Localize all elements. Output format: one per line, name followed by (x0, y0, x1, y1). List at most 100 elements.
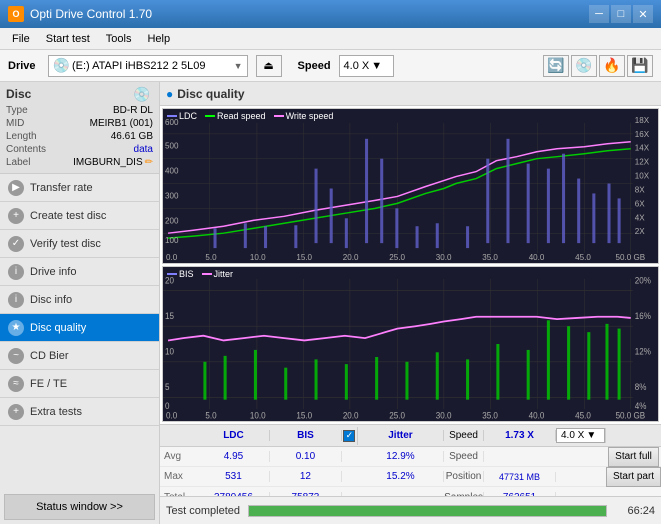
speed-dropdown-val: 4.0 X (561, 430, 584, 441)
disc-icon: 💿 (133, 86, 153, 102)
max-ldc: 531 (198, 471, 270, 482)
svg-text:15: 15 (165, 311, 174, 322)
minimize-button[interactable]: ─ (589, 5, 609, 23)
sidebar-item-disc-quality[interactable]: ★ Disc quality (0, 314, 159, 342)
status-time: 66:24 (615, 505, 655, 517)
disc-label-label: Label (6, 157, 56, 168)
svg-text:15.0: 15.0 (296, 410, 312, 421)
status-text: Test completed (166, 505, 240, 517)
sidebar-item-verify-test-disc[interactable]: ✓ Verify test disc (0, 230, 159, 258)
toolbar-icons: 🔄 💿 🔥 💾 (543, 55, 653, 77)
start-full-button[interactable]: Start full (608, 447, 659, 467)
speed-selector[interactable]: 4.0 X ▼ (339, 55, 394, 77)
write-speed-legend-dot (274, 115, 284, 117)
disc-quality-label: Disc quality (30, 322, 86, 334)
verify-test-label: Verify test disc (30, 238, 101, 250)
jitter-legend-dot (202, 273, 212, 275)
nav-items: ▶ Transfer rate + Create test disc ✓ Ver… (0, 174, 159, 490)
start-full-col: Start full (606, 447, 661, 467)
disc-quality-header-icon: ● (166, 87, 173, 101)
sidebar-item-cd-bier[interactable]: ~ CD Bier (0, 342, 159, 370)
bis-legend-item: BIS (167, 269, 194, 279)
svg-text:25.0: 25.0 (389, 253, 405, 262)
menu-start-test[interactable]: Start test (38, 31, 98, 47)
sidebar-item-transfer-rate[interactable]: ▶ Transfer rate (0, 174, 159, 202)
svg-text:5: 5 (165, 382, 170, 393)
ldc-chart-svg: 600 500 400 300 200 100 0.0 5.0 10.0 15.… (163, 109, 658, 263)
svg-text:14X: 14X (635, 144, 650, 153)
app-icon: O (8, 6, 24, 22)
edit-icon[interactable]: ✏ (145, 157, 153, 168)
close-button[interactable]: ✕ (633, 5, 653, 23)
start-part-button[interactable]: Start part (606, 467, 661, 487)
menu-help[interactable]: Help (139, 31, 178, 47)
menu-tools[interactable]: Tools (98, 31, 140, 47)
jitter-checkbox[interactable]: ✓ (343, 430, 355, 442)
disc-type-label: Type (6, 105, 56, 116)
drive-info-icon: i (8, 264, 24, 280)
cd-bier-label: CD Bier (30, 350, 69, 362)
svg-text:30.0: 30.0 (436, 410, 452, 421)
disc-length-label: Length (6, 131, 56, 142)
read-speed-legend-dot (205, 115, 215, 117)
svg-text:25.0: 25.0 (389, 410, 405, 421)
max-label: Max (160, 471, 198, 482)
disc-type-row: Type BD-R DL (6, 104, 153, 117)
fe-te-label: FE / TE (30, 378, 67, 390)
disc-contents-label: Contents (6, 144, 56, 155)
svg-text:50.0 GB: 50.0 GB (616, 410, 646, 421)
disc-quality-header: ● Disc quality (160, 82, 661, 106)
sidebar-item-fe-te[interactable]: ≈ FE / TE (0, 370, 159, 398)
eject-button[interactable]: ⏏ (256, 55, 282, 77)
progress-bar-fill (249, 506, 606, 516)
bis-legend-dot (167, 273, 177, 275)
ldc-legend-item: LDC (167, 111, 197, 121)
create-test-label: Create test disc (30, 210, 106, 222)
disc-button[interactable]: 💿 (571, 55, 597, 77)
sidebar-item-disc-info[interactable]: i Disc info (0, 286, 159, 314)
transfer-rate-icon: ▶ (8, 180, 24, 196)
save-button[interactable]: 💾 (627, 55, 653, 77)
disc-contents-value: data (56, 144, 153, 155)
burn-button[interactable]: 🔥 (599, 55, 625, 77)
speed-label: Speed (298, 60, 331, 72)
svg-text:20.0: 20.0 (343, 253, 359, 262)
menu-file[interactable]: File (4, 31, 38, 47)
svg-text:50.0 GB: 50.0 GB (616, 253, 646, 262)
speed-dropdown[interactable]: 4.0 X ▼ (556, 428, 605, 443)
svg-text:20%: 20% (635, 275, 651, 286)
verify-test-icon: ✓ (8, 236, 24, 252)
svg-text:4X: 4X (635, 213, 646, 222)
disc-info-icon: i (8, 292, 24, 308)
disc-info-label: Disc info (30, 294, 72, 306)
disc-contents-row: Contents data (6, 143, 153, 156)
sidebar-item-drive-info[interactable]: i Drive info (0, 258, 159, 286)
svg-text:0.0: 0.0 (166, 410, 177, 421)
svg-text:35.0: 35.0 (482, 410, 498, 421)
svg-text:100: 100 (165, 236, 179, 245)
svg-text:5.0: 5.0 (205, 253, 217, 262)
maximize-button[interactable]: □ (611, 5, 631, 23)
drive-text: (E:) ATAPI iHBS212 2 5L09 (72, 60, 232, 72)
extra-tests-icon: + (8, 404, 24, 420)
status-window-button[interactable]: Status window >> (4, 494, 155, 520)
drive-selector[interactable]: 💿 (E:) ATAPI iHBS212 2 5L09 ▼ (48, 55, 248, 77)
write-speed-legend-item: Write speed (274, 111, 334, 121)
disc-length-row: Length 46.61 GB (6, 130, 153, 143)
disc-mid-row: MID MEIRB1 (001) (6, 117, 153, 130)
svg-text:300: 300 (165, 191, 179, 200)
svg-text:10.0: 10.0 (250, 253, 266, 262)
disc-label-value: IMGBURN_DIS (73, 157, 142, 168)
disc-section: Disc 💿 Type BD-R DL MID MEIRB1 (001) Len… (0, 82, 159, 174)
progress-bar (248, 505, 607, 517)
avg-jitter: 12.9% (358, 451, 444, 462)
drive-dropdown-arrow: ▼ (234, 61, 243, 71)
svg-text:2X: 2X (635, 227, 646, 236)
speed-val-col: 1.73 X (484, 430, 556, 441)
sidebar-item-extra-tests[interactable]: + Extra tests (0, 398, 159, 426)
create-test-icon: + (8, 208, 24, 224)
status-bar: Test completed 66:24 (160, 496, 661, 524)
max-jitter: 15.2% (358, 471, 444, 482)
sidebar-item-create-test-disc[interactable]: + Create test disc (0, 202, 159, 230)
refresh-button[interactable]: 🔄 (543, 55, 569, 77)
